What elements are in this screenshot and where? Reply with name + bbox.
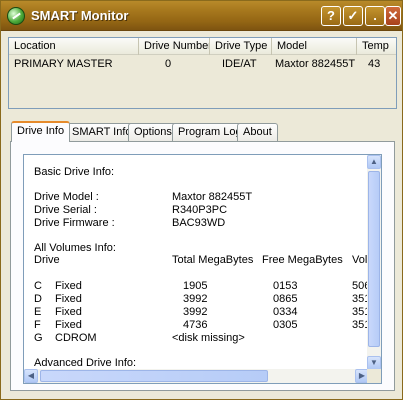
scrollbar-corner <box>367 369 381 383</box>
volume-column-free: Free MegaBytes <box>262 254 343 266</box>
volume-type: Fixed <box>55 319 82 331</box>
volume-letter: E <box>34 306 42 318</box>
horizontal-scroll-thumb[interactable] <box>40 370 268 382</box>
drive-list-row[interactable]: PRIMARY MASTER 0 IDE/AT Maxtor 882455T 4… <box>9 56 396 72</box>
drive-location: PRIMARY MASTER <box>14 58 113 70</box>
drive-temp: 43 <box>368 58 381 70</box>
drive-info-panel: Basic Drive Info: Drive Model : Maxtor 8… <box>10 141 395 391</box>
drive-list[interactable]: Location Drive Number Drive Type Model T… <box>8 37 397 109</box>
help-button[interactable]: ? <box>321 6 341 26</box>
volume-letter: G <box>34 332 43 344</box>
drive-model-label: Drive Model : <box>34 191 99 203</box>
apply-check-button[interactable]: ✓ <box>343 6 363 26</box>
volume-type: Fixed <box>55 293 82 305</box>
drive-firmware-label: Drive Firmware : <box>34 217 115 229</box>
tab-drive-info[interactable]: Drive Info <box>11 121 71 142</box>
drive-model: Maxtor 882455T <box>275 58 356 70</box>
drive-info-textbox[interactable]: Basic Drive Info: Drive Model : Maxtor 8… <box>23 154 382 384</box>
volume-column-drive: Drive <box>34 254 60 266</box>
volume-free: 0334 <box>273 306 298 318</box>
basic-drive-info-heading: Basic Drive Info: <box>34 166 115 178</box>
volume-total: 4736 <box>183 319 208 331</box>
horizontal-scrollbar[interactable]: ◀ ▶ <box>24 369 369 383</box>
smart-monitor-window: SMART Monitor ? ✓ . ✕ Location Drive Num… <box>0 0 403 400</box>
volume-total: <disk missing> <box>172 332 245 344</box>
vertical-scrollbar[interactable]: ▲ ▼ <box>367 155 381 370</box>
volume-free: 0865 <box>273 293 298 305</box>
drive-firmware-value: BAC93WD <box>172 217 226 229</box>
tab-smart-info[interactable]: SMART Info <box>66 123 138 141</box>
vertical-scroll-thumb[interactable] <box>368 171 380 347</box>
volume-type: Fixed <box>55 280 82 292</box>
volume-letter: D <box>34 293 42 305</box>
drive-serial-value: R340P3PC <box>172 204 228 216</box>
volume-column-total: Total MegaBytes <box>172 254 254 266</box>
column-header-drive-type[interactable]: Drive Type <box>210 38 272 55</box>
volume-total: 1905 <box>183 280 208 292</box>
column-header-temp[interactable]: Temp <box>357 38 396 55</box>
column-header-model[interactable]: Model <box>272 38 357 55</box>
minimize-button[interactable]: . <box>365 6 385 26</box>
volume-total: 3992 <box>183 306 208 318</box>
volume-type: Fixed <box>55 306 82 318</box>
tab-about[interactable]: About <box>237 123 278 141</box>
drive-number: 0 <box>165 58 172 70</box>
drive-model-value: Maxtor 882455T <box>172 191 253 203</box>
volume-letter: F <box>34 319 41 331</box>
title-bar[interactable]: SMART Monitor ? ✓ . ✕ <box>1 1 402 31</box>
volume-total: 3992 <box>183 293 208 305</box>
scroll-left-icon[interactable]: ◀ <box>24 369 38 383</box>
drive-type: IDE/AT <box>222 58 257 70</box>
volume-type: CDROM <box>55 332 97 344</box>
drive-serial-label: Drive Serial : <box>34 204 97 216</box>
smart-monitor-app-icon <box>7 7 25 25</box>
drive-list-header: Location Drive Number Drive Type Model T… <box>9 38 396 55</box>
drive-info-content: Basic Drive Info: Drive Model : Maxtor 8… <box>24 155 369 370</box>
tab-options[interactable]: Options <box>128 123 178 141</box>
close-button[interactable]: ✕ <box>385 6 401 26</box>
scroll-up-icon[interactable]: ▲ <box>367 155 381 169</box>
column-header-drive-number[interactable]: Drive Number <box>139 38 210 55</box>
scroll-down-icon[interactable]: ▼ <box>367 356 381 370</box>
volume-free: 0153 <box>273 280 298 292</box>
column-header-location[interactable]: Location <box>9 38 139 55</box>
volume-free: 0305 <box>273 319 298 331</box>
window-title: SMART Monitor <box>31 8 129 23</box>
volume-letter: C <box>34 280 42 292</box>
